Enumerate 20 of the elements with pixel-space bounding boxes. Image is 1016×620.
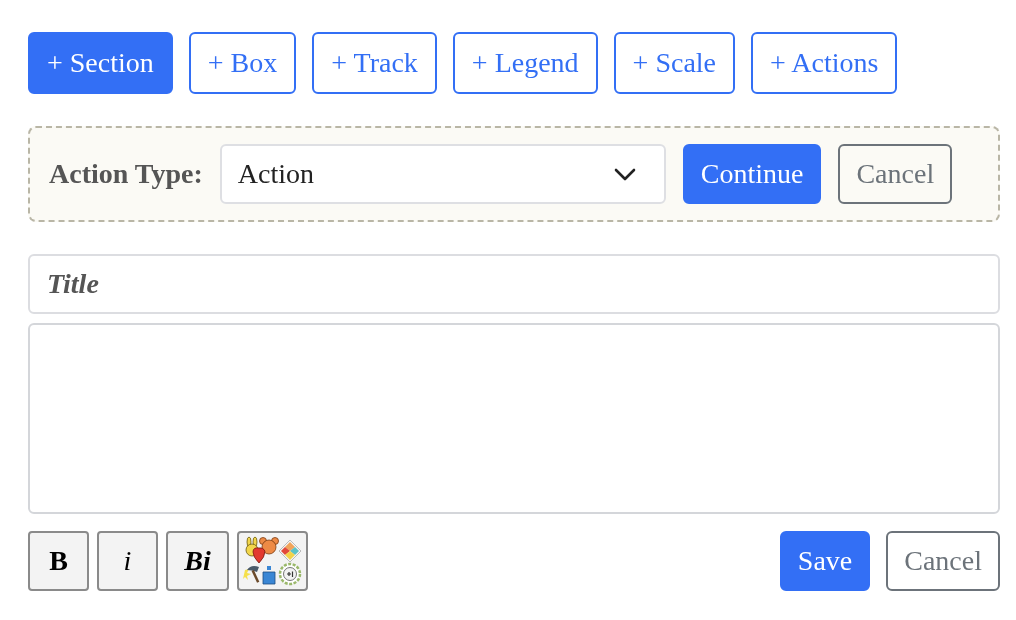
bold-italic-button[interactable]: Bi (166, 531, 229, 591)
add-element-button[interactable]: + Box (188, 32, 297, 94)
add-element-button[interactable]: + Section (28, 32, 173, 94)
action-type-label: Action Type: (49, 158, 203, 190)
form-secondary-button[interactable]: Cancel (886, 531, 1000, 591)
add-element-button[interactable]: + Scale (613, 32, 736, 94)
action-type-dropdown[interactable]: Action (219, 144, 666, 204)
sticker-collage-icon (242, 536, 303, 586)
sticker-button[interactable] (237, 531, 308, 591)
chevron-down-icon (613, 167, 636, 181)
panel-primary-button[interactable]: Continue (682, 144, 822, 204)
bold-button[interactable]: B (28, 531, 89, 591)
panel-secondary-button[interactable]: Cancel (838, 144, 953, 204)
add-element-button[interactable]: + Actions (751, 32, 898, 94)
add-element-button[interactable]: + Track (312, 32, 437, 94)
title-input-field[interactable]: Title (28, 254, 1000, 314)
italic-button[interactable]: i (97, 531, 158, 591)
form-primary-button[interactable]: Save (779, 531, 871, 591)
add-element-button[interactable]: + Legend (452, 32, 598, 94)
text-area-field[interactable] (28, 323, 1000, 514)
